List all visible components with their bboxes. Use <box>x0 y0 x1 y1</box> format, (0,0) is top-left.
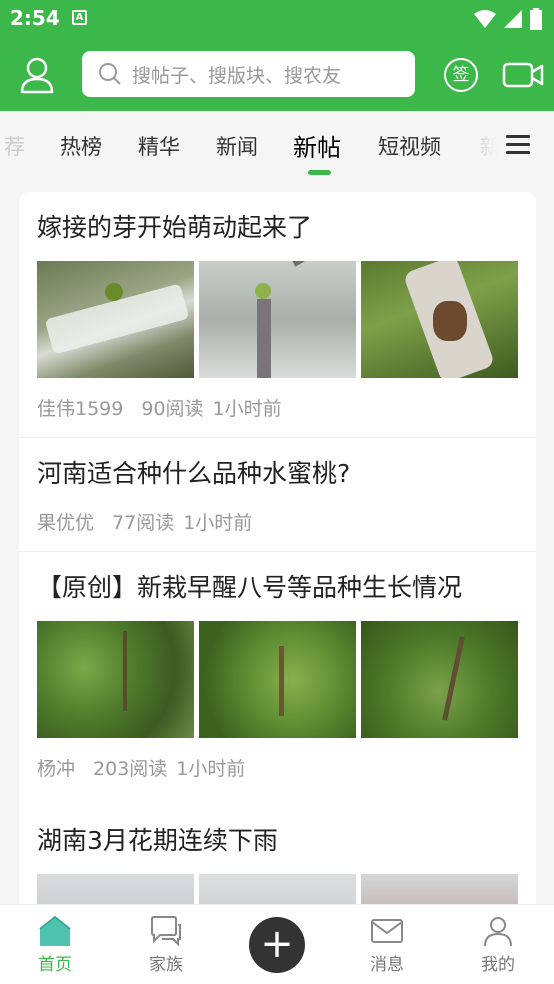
tab-news[interactable]: 新闻 <box>216 131 258 161</box>
sign-in-button[interactable]: 签 <box>444 58 478 92</box>
status-indicators <box>474 8 542 30</box>
nav-family-label: 家族 <box>149 955 183 975</box>
category-tabs: 荐 热榜 精华 新闻 新帖 短视频 新 <box>0 111 554 176</box>
user-icon[interactable] <box>18 56 56 94</box>
search-input[interactable]: 搜帖子、搜版块、搜农友 <box>82 51 415 97</box>
status-time: 2:54 <box>10 6 60 30</box>
notification-icon: A <box>72 10 87 25</box>
search-icon <box>99 63 121 85</box>
post-image[interactable] <box>37 261 194 378</box>
post-author[interactable]: 果优优 <box>37 512 94 534</box>
post-meta: 佳伟1599 90阅读 1小时前 <box>19 378 536 437</box>
search-placeholder: 搜帖子、搜版块、搜农友 <box>132 64 342 87</box>
tab-new-posts[interactable]: 新帖 <box>293 128 341 163</box>
status-bar: 2:54 A <box>0 0 554 38</box>
post-meta: 果优优 77阅读 1小时前 <box>19 492 536 551</box>
post-image[interactable] <box>199 874 356 904</box>
nav-family[interactable]: 家族 <box>126 915 206 975</box>
nav-messages[interactable]: 消息 <box>347 915 427 975</box>
signal-icon <box>504 10 522 28</box>
wifi-icon <box>474 10 496 28</box>
post-time: 1小时前 <box>212 398 282 420</box>
post-author[interactable]: 佳伟1599 <box>37 398 123 420</box>
nav-home-label: 首页 <box>38 955 72 975</box>
post-title: 湖南3月花期连续下雨 <box>37 826 278 855</box>
post-image[interactable] <box>37 621 194 738</box>
post-image[interactable] <box>37 874 194 904</box>
menu-icon[interactable] <box>498 130 538 164</box>
post-read-count: 90阅读 <box>141 398 204 420</box>
post-image[interactable] <box>361 621 518 738</box>
envelope-icon <box>371 919 403 943</box>
post-title: 嫁接的芽开始萌动起来了 <box>37 213 313 242</box>
nav-home[interactable]: 首页 <box>15 915 95 975</box>
tab-recommend[interactable]: 荐 <box>4 131 25 161</box>
battery-icon <box>530 8 542 30</box>
nav-messages-label: 消息 <box>370 955 404 975</box>
post-feed: 嫁接的芽开始萌动起来了 佳伟1599 90阅读 1小时前 河南适合种什么品种水蜜桃?… <box>19 192 536 904</box>
home-icon <box>39 915 71 946</box>
chat-bubbles-icon <box>151 916 181 947</box>
post-read-count: 77阅读 <box>112 512 175 534</box>
post-item[interactable]: 【原创】新栽早醒八号等品种生长情况 杨冲 203阅读 1小时前 <box>19 552 536 797</box>
post-title: 河南适合种什么品种水蜜桃? <box>37 459 351 488</box>
active-tab-indicator <box>308 170 331 175</box>
tab-featured[interactable]: 精华 <box>138 131 180 161</box>
tab-short-video[interactable]: 短视频 <box>378 131 441 161</box>
post-image[interactable] <box>361 261 518 378</box>
post-image[interactable] <box>199 261 356 378</box>
tab-hot[interactable]: 热榜 <box>60 131 102 161</box>
post-title: 【原创】新栽早醒八号等品种生长情况 <box>37 573 463 602</box>
post-time: 1小时前 <box>183 512 253 534</box>
post-read-count: 203阅读 <box>93 758 168 780</box>
bottom-nav: 首页 家族 + 消息 我的 <box>0 904 554 984</box>
nav-mine[interactable]: 我的 <box>458 915 538 975</box>
post-item[interactable]: 河南适合种什么品种水蜜桃? 果优优 77阅读 1小时前 <box>19 438 536 552</box>
post-meta: 杨冲 203阅读 1小时前 <box>19 738 536 797</box>
post-author[interactable]: 杨冲 <box>37 758 75 780</box>
post-image[interactable] <box>199 621 356 738</box>
post-item[interactable]: 嫁接的芽开始萌动起来了 佳伟1599 90阅读 1小时前 <box>19 192 536 438</box>
person-icon <box>484 917 512 947</box>
header: 搜帖子、搜版块、搜农友 签 <box>0 38 554 111</box>
post-time: 1小时前 <box>176 758 246 780</box>
video-camera-icon[interactable] <box>502 60 544 90</box>
post-item[interactable]: 湖南3月花期连续下雨 <box>19 805 536 904</box>
nav-mine-label: 我的 <box>481 955 515 975</box>
post-image[interactable] <box>361 874 518 904</box>
create-post-button[interactable]: + <box>249 917 305 973</box>
